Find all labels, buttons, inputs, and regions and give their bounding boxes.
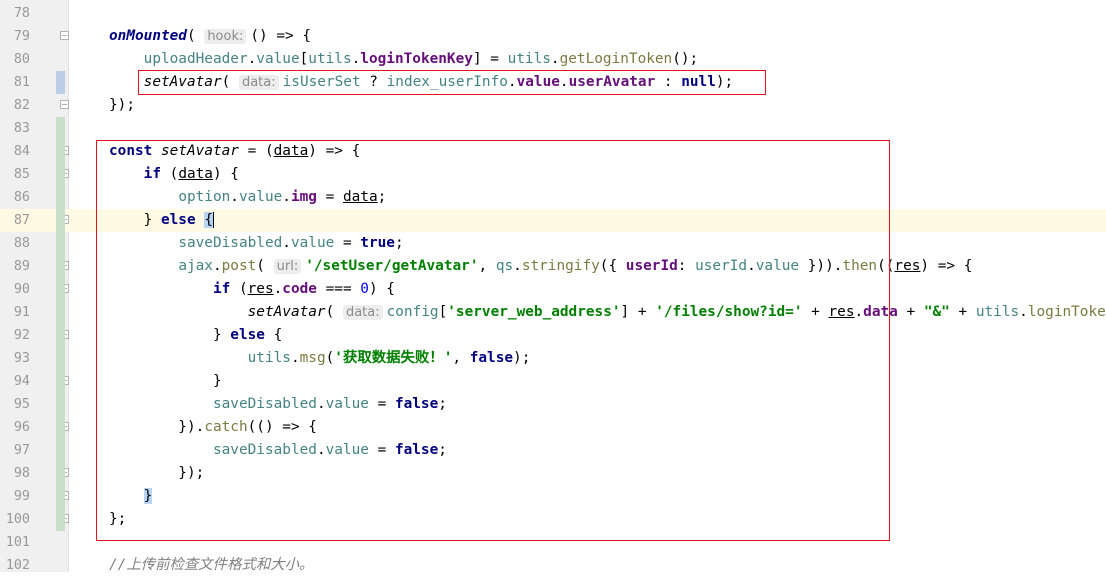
code-line[interactable]: 95 saveDisabled.value = false; bbox=[0, 393, 1106, 416]
code-text: utils.msg('获取数据失败！', false); bbox=[247, 350, 531, 366]
code-line[interactable]: 99 } bbox=[0, 485, 1106, 508]
code-line[interactable]: 101 bbox=[0, 531, 1106, 554]
code-line[interactable]: 94 } bbox=[0, 370, 1106, 393]
line-number[interactable]: 99 bbox=[0, 485, 30, 508]
line-number[interactable]: 82 bbox=[0, 94, 30, 117]
fold-toggle-icon[interactable] bbox=[60, 31, 69, 40]
code-line[interactable]: 89 ajax.post( url: '/setUser/getAvatar', … bbox=[0, 255, 1106, 278]
line-number[interactable]: 87 bbox=[0, 209, 30, 232]
code-editor[interactable]: 78 79 onMounted( hook:() => { 80 uploadHead… bbox=[0, 0, 1106, 573]
line-number[interactable]: 97 bbox=[0, 439, 30, 462]
line-number[interactable]: 79 bbox=[0, 25, 30, 48]
code-line[interactable]: 93 utils.msg('获取数据失败！', false); bbox=[0, 347, 1106, 370]
code-text: if (res.code === 0) { bbox=[212, 281, 395, 297]
code-line[interactable]: 102 //上传前检查文件格式和大小。 bbox=[0, 554, 1106, 577]
line-number[interactable]: 84 bbox=[0, 140, 30, 163]
code-text: }); bbox=[109, 465, 205, 481]
line-number[interactable]: 95 bbox=[0, 393, 30, 416]
line-number[interactable]: 88 bbox=[0, 232, 30, 255]
line-number[interactable]: 94 bbox=[0, 370, 30, 393]
code-line[interactable]: 87 } else { bbox=[0, 209, 1106, 232]
line-number[interactable]: 89 bbox=[0, 255, 30, 278]
change-marker-modified bbox=[56, 71, 65, 94]
code-line[interactable]: 84 const setAvatar = (data) => { bbox=[0, 140, 1106, 163]
code-text: uploadHeader.value[utils.loginTokenKey] … bbox=[143, 51, 699, 67]
line-number[interactable]: 83 bbox=[0, 117, 30, 140]
code-text: }).catch(() => { bbox=[109, 419, 317, 435]
code-line[interactable]: 83 bbox=[0, 117, 1106, 140]
code-text: saveDisabled.value = false; bbox=[212, 396, 447, 412]
code-text: }); bbox=[109, 97, 135, 113]
code-line[interactable]: 90 if (res.code === 0) { bbox=[0, 278, 1106, 301]
code-text: setAvatar( data: config['server_web_addre… bbox=[247, 304, 1106, 320]
code-line[interactable]: 98 }); bbox=[0, 462, 1106, 485]
line-number[interactable]: 86 bbox=[0, 186, 30, 209]
code-line[interactable]: 81 setAvatar( data: isUserSet ? index_use… bbox=[0, 71, 1106, 94]
code-line[interactable]: 79 onMounted( hook:() => { bbox=[0, 25, 1106, 48]
change-marker-added bbox=[56, 117, 65, 531]
code-text: } bbox=[109, 373, 222, 389]
code-line[interactable]: 100}; bbox=[0, 508, 1106, 531]
line-number[interactable]: 101 bbox=[0, 531, 30, 554]
line-number[interactable]: 85 bbox=[0, 163, 30, 186]
line-number[interactable]: 81 bbox=[0, 71, 30, 94]
line-number[interactable]: 93 bbox=[0, 347, 30, 370]
code-text: ajax.post( url: '/setUser/getAvatar', qs.… bbox=[178, 258, 973, 274]
code-text: //上传前检查文件格式和大小。 bbox=[109, 557, 314, 573]
code-line[interactable]: 91 setAvatar( data: config['server_web_ad… bbox=[0, 301, 1106, 324]
line-number[interactable]: 92 bbox=[0, 324, 30, 347]
line-number[interactable]: 78 bbox=[0, 2, 30, 25]
code-text: } else { bbox=[109, 327, 283, 343]
code-line[interactable]: 82}); bbox=[0, 94, 1106, 117]
code-text: } bbox=[143, 488, 153, 504]
code-line[interactable]: 80 uploadHeader.value[utils.loginTokenKe… bbox=[0, 48, 1106, 71]
code-line[interactable]: 85 if (data) { bbox=[0, 163, 1106, 186]
fold-toggle-icon[interactable] bbox=[60, 100, 69, 109]
code-line[interactable]: 96 }).catch(() => { bbox=[0, 416, 1106, 439]
code-text: saveDisabled.value = false; bbox=[212, 442, 447, 458]
code-text: const setAvatar = (data) => { bbox=[109, 143, 361, 159]
line-number[interactable]: 91 bbox=[0, 301, 30, 324]
line-number[interactable]: 90 bbox=[0, 278, 30, 301]
code-text: if (data) { bbox=[143, 166, 239, 182]
code-line[interactable]: 78 bbox=[0, 2, 1106, 25]
line-number[interactable]: 96 bbox=[0, 416, 30, 439]
line-number[interactable]: 98 bbox=[0, 462, 30, 485]
code-line[interactable]: 88 saveDisabled.value = true; bbox=[0, 232, 1106, 255]
line-number[interactable]: 102 bbox=[0, 554, 30, 577]
code-line[interactable]: 86 option.value.img = data; bbox=[0, 186, 1106, 209]
code-text: option.value.img = data; bbox=[178, 189, 387, 205]
code-line[interactable]: 92 } else { bbox=[0, 324, 1106, 347]
code-text: onMounted( hook:() => { bbox=[109, 28, 312, 44]
code-text: saveDisabled.value = true; bbox=[178, 235, 404, 251]
code-text: setAvatar( data: isUserSet ? index_userIn… bbox=[143, 74, 734, 90]
code-text: } else { bbox=[109, 212, 214, 228]
line-number[interactable]: 80 bbox=[0, 48, 30, 71]
line-number[interactable]: 100 bbox=[0, 508, 30, 531]
code-text: }; bbox=[109, 511, 127, 527]
code-line[interactable]: 97 saveDisabled.value = false; bbox=[0, 439, 1106, 462]
